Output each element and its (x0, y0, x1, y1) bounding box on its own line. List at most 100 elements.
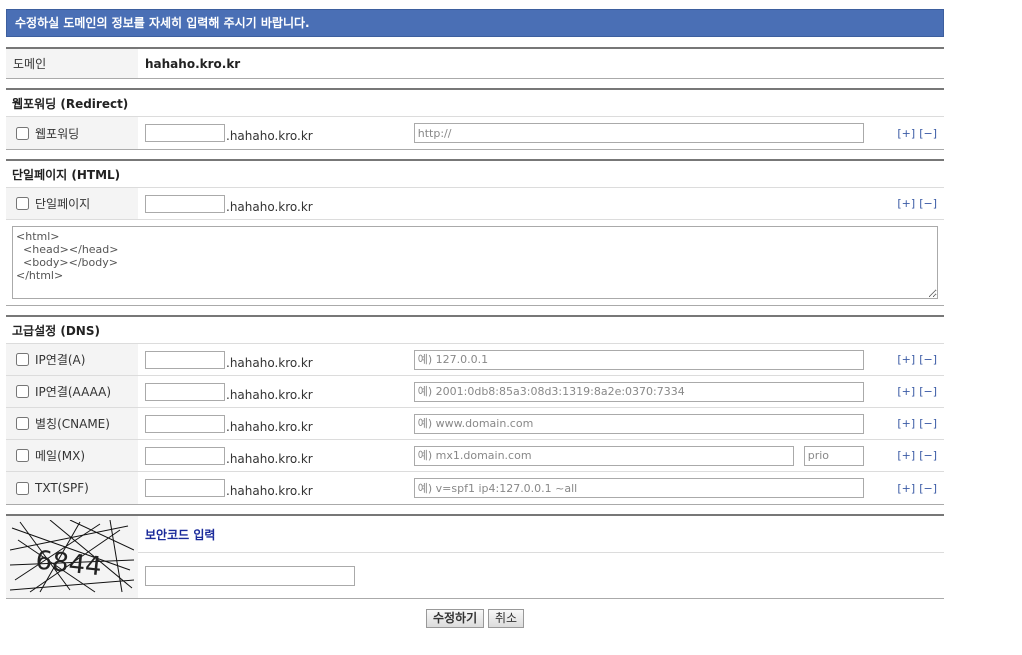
domain-value: hahaho.kro.kr (145, 56, 241, 71)
dns-a-subdomain-input[interactable] (145, 350, 225, 369)
redirect-inputs: .hahaho.kro.kr [+] [−] (138, 117, 944, 149)
row-controls: [+] [−] (893, 385, 937, 398)
captcha-image: 6844 (6, 516, 138, 598)
dns-txt-subdomain-input[interactable] (145, 479, 225, 497)
dns-cname-value-input[interactable] (413, 413, 864, 434)
captcha-code: 6844 (34, 546, 103, 583)
domain-suffix: .hahaho.kro.kr (226, 484, 313, 498)
dns-aaaa-subdomain-input[interactable] (145, 382, 225, 401)
html-label: 단일페이지 (35, 197, 91, 211)
redirect-section-title: 웹포워딩 (Redirect) (6, 90, 944, 117)
redirect-row: 웹포워딩 .hahaho.kro.kr [+] [−] (6, 117, 944, 149)
dns-label-cell: IP연결(A) (6, 344, 138, 375)
dns-txt-checkbox[interactable] (16, 481, 29, 495)
add-row-button[interactable]: [+] (897, 127, 915, 140)
dns-mx-checkbox[interactable] (16, 449, 29, 462)
add-row-button[interactable]: [+] (897, 385, 915, 398)
domain-suffix: .hahaho.kro.kr (226, 387, 313, 402)
row-controls: [+] [−] (893, 353, 937, 366)
dns-mx-prio-input[interactable] (803, 445, 864, 466)
domain-label: 도메인 (6, 49, 138, 78)
row-controls: [+] [−] (893, 417, 937, 430)
html-label-cell: 단일페이지 (6, 188, 138, 219)
captcha-input[interactable] (145, 565, 355, 586)
domain-suffix: .hahaho.kro.kr (226, 199, 313, 214)
html-row: 단일페이지 .hahaho.kro.kr [+] [−] (6, 188, 944, 220)
domain-table: 도메인 hahaho.kro.kr (6, 47, 944, 79)
dns-row-txt: TXT(SPF) .hahaho.kro.kr [+] [−] (6, 472, 944, 504)
dns-cname-inputs: .hahaho.kro.kr [+] [−] (138, 408, 944, 439)
row-controls: [+] [−] (893, 127, 937, 140)
captcha-right: 보안코드 입력 (138, 516, 944, 598)
captcha-title: 보안코드 입력 (138, 516, 944, 553)
html-table: 단일페이지 (HTML) 단일페이지 .hahaho.kro.kr [+] [−]… (6, 159, 944, 306)
domain-row: 도메인 hahaho.kro.kr (6, 49, 944, 78)
domain-suffix: .hahaho.kro.kr (226, 355, 313, 370)
submit-button[interactable]: 수정하기 (425, 609, 485, 628)
dns-mx-inputs: .hahaho.kro.kr [+] [−] (138, 440, 944, 471)
redirect-checkbox[interactable] (16, 126, 29, 140)
dns-label-cell: 메일(MX) (6, 440, 138, 471)
dns-label-cell: IP연결(AAAA) (6, 376, 138, 407)
dns-mx-subdomain-input[interactable] (145, 446, 225, 465)
domain-suffix: .hahaho.kro.kr (226, 419, 313, 434)
dns-mx-value-input[interactable] (413, 445, 794, 466)
dns-aaaa-label: IP연결(AAAA) (35, 385, 112, 399)
dns-table: 고급설정 (DNS) IP연결(A) .hahaho.kro.kr [+] [−]… (6, 315, 944, 505)
dns-aaaa-inputs: .hahaho.kro.kr [+] [−] (138, 376, 944, 407)
remove-row-button[interactable]: [−] (919, 127, 937, 140)
domain-suffix: .hahaho.kro.kr (226, 451, 313, 466)
captcha-input-row (138, 553, 944, 598)
remove-row-button[interactable]: [−] (919, 449, 937, 462)
dns-txt-label: TXT(SPF) (35, 481, 89, 495)
remove-row-button[interactable]: [−] (919, 353, 937, 366)
dns-txt-value-input[interactable] (413, 478, 864, 498)
remove-row-button[interactable]: [−] (919, 385, 937, 398)
dns-cname-checkbox[interactable] (16, 417, 29, 430)
row-controls: [+] [−] (893, 197, 937, 210)
dns-aaaa-value-input[interactable] (413, 381, 864, 402)
dns-a-checkbox[interactable] (16, 353, 29, 366)
redirect-label: 웹포워딩 (35, 126, 80, 141)
domain-edit-form: 수정하실 도메인의 정보를 자세히 입력해 주시기 바랍니다. 도메인 haha… (6, 9, 944, 628)
add-row-button[interactable]: [+] (897, 482, 915, 495)
domain-suffix: .hahaho.kro.kr (226, 129, 313, 143)
redirect-url-input[interactable] (413, 123, 864, 143)
dns-aaaa-checkbox[interactable] (16, 385, 29, 398)
cancel-button[interactable]: 취소 (487, 609, 525, 628)
dns-row-aaaa: IP연결(AAAA) .hahaho.kro.kr [+] [−] (6, 376, 944, 408)
redirect-table: 웹포워딩 (Redirect) 웹포워딩 .hahaho.kro.kr [+][… (6, 88, 944, 150)
dns-cname-subdomain-input[interactable] (145, 414, 225, 433)
add-row-button[interactable]: [+] (897, 197, 915, 210)
remove-row-button[interactable]: [−] (919, 417, 937, 430)
dns-a-label: IP연결(A) (35, 353, 86, 367)
add-row-button[interactable]: [+] (897, 449, 915, 462)
dns-mx-label: 메일(MX) (35, 449, 86, 463)
html-editor-row: <html> <head></head> <body></body> </htm… (6, 220, 944, 305)
dns-a-inputs: .hahaho.kro.kr [+] [−] (138, 344, 944, 375)
row-controls: [+] [−] (893, 482, 937, 495)
instruction-banner: 수정하실 도메인의 정보를 자세히 입력해 주시기 바랍니다. (6, 9, 944, 37)
redirect-label-cell: 웹포워딩 (6, 117, 138, 149)
dns-row-a: IP연결(A) .hahaho.kro.kr [+] [−] (6, 344, 944, 376)
dns-cname-label: 별칭(CNAME) (35, 417, 110, 431)
redirect-subdomain-input[interactable] (145, 124, 225, 142)
dns-txt-inputs: .hahaho.kro.kr [+] [−] (138, 472, 944, 504)
add-row-button[interactable]: [+] (897, 353, 915, 366)
html-checkbox[interactable] (16, 197, 29, 210)
dns-row-mx: 메일(MX) .hahaho.kro.kr [+] [−] (6, 440, 944, 472)
button-bar: 수정하기 취소 (6, 609, 944, 628)
captcha-table: 6844 보안코드 입력 (6, 514, 944, 599)
remove-row-button[interactable]: [−] (919, 482, 937, 495)
remove-row-button[interactable]: [−] (919, 197, 937, 210)
row-controls: [+] [−] (893, 449, 937, 462)
html-subdomain-input[interactable] (145, 194, 225, 213)
dns-a-value-input[interactable] (413, 349, 864, 370)
add-row-button[interactable]: [+] (897, 417, 915, 430)
dns-label-cell: TXT(SPF) (6, 472, 138, 504)
dns-row-cname: 별칭(CNAME) .hahaho.kro.kr [+] [−] (6, 408, 944, 440)
html-inputs: .hahaho.kro.kr [+] [−] (138, 188, 944, 219)
html-section-title: 단일페이지 (HTML) (6, 161, 944, 188)
html-content-textarea[interactable]: <html> <head></head> <body></body> </htm… (12, 226, 938, 299)
dns-label-cell: 별칭(CNAME) (6, 408, 138, 439)
